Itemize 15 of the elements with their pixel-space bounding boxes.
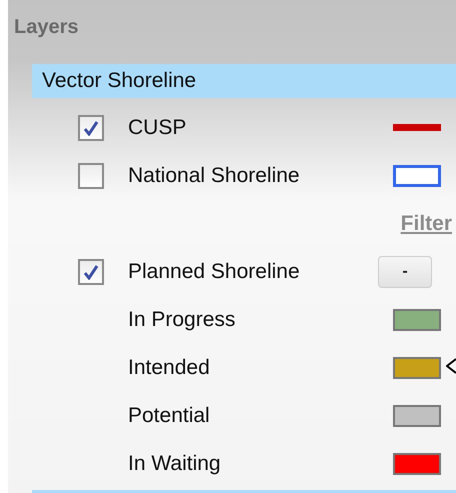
- layer-checkbox[interactable]: [78, 259, 104, 285]
- layer-group-header[interactable]: Vector Shoreline: [32, 64, 456, 98]
- legend-label: Intended: [128, 356, 211, 380]
- layer-name: Planned Shoreline: [128, 260, 301, 284]
- layer-checkbox[interactable]: [78, 163, 104, 189]
- panel-title: Layers: [13, 15, 80, 40]
- legend-label: Potential: [128, 404, 211, 428]
- checkmark-icon: [83, 120, 99, 136]
- collapse-button[interactable]: -: [378, 256, 432, 288]
- checkmark-icon: [83, 264, 99, 280]
- legend-label: In Progress: [128, 308, 236, 332]
- layer-name: National Shoreline: [128, 164, 301, 188]
- legend-label: In Waiting: [128, 452, 222, 476]
- layer-name: CUSP: [128, 116, 188, 140]
- layer-checkbox[interactable]: [78, 115, 104, 141]
